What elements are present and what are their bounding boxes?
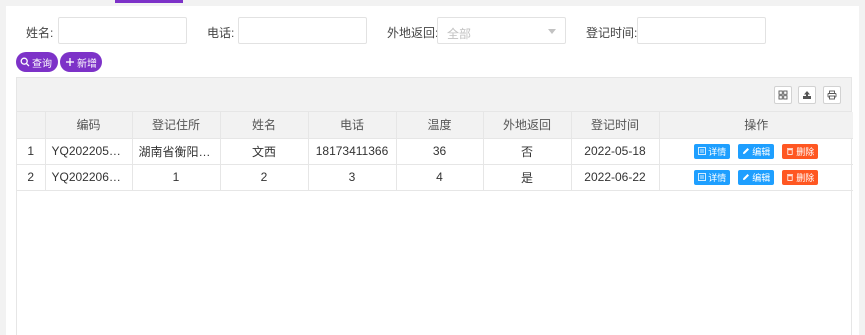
trash-icon [787,174,794,181]
cell-temperature: 36 [396,138,484,165]
delete-button-label: 删除 [796,172,815,183]
detail-button-label: 详情 [708,146,727,157]
cell-actions: 详情 编辑 删除 [659,164,853,191]
cell-register-time: 2022-05-18 [571,138,660,165]
return-select[interactable]: 全部 [437,17,566,44]
data-table-container: 编码 登记住所 姓名 电话 温度 外地返回 登记时间 操作 1 YQ202205… [16,77,853,335]
delete-button[interactable]: 删除 [782,143,819,159]
cell-code: YQ20220622... [45,164,133,191]
edit-button[interactable]: 编辑 [738,169,775,185]
name-input[interactable] [58,17,187,44]
cell-name: 2 [220,164,309,191]
main-panel: 姓名: 电话: 外地返回: 全部 登记时间: 查询 新增 编码 登记住所 姓名 … [6,6,859,335]
cell-temperature: 4 [396,164,484,191]
search-icon [20,57,30,67]
edit-button-label: 编辑 [752,172,771,183]
print-button[interactable] [823,86,841,104]
data-table: 编码 登记住所 姓名 电话 温度 外地返回 登记时间 操作 1 YQ202205… [17,112,853,191]
chevron-down-icon [548,29,556,34]
return-label: 外地返回: [387,26,439,40]
search-button[interactable]: 查询 [16,52,58,72]
filter-form: 姓名: 电话: 外地返回: 全部 登记时间: [6,17,859,45]
cell-register-time: 2022-06-22 [571,164,660,191]
columns-filter-button[interactable] [774,86,792,104]
col-header-index [17,112,46,139]
add-button-label: 新增 [77,58,97,70]
table-toolbar [17,78,851,112]
cell-code: YQ20220522... [45,138,133,165]
active-tab-indicator[interactable] [115,0,183,3]
list-icon [698,173,707,181]
list-icon [698,147,707,155]
cell-name: 文西 [220,138,309,165]
cell-index: 2 [17,164,46,191]
add-button[interactable]: 新增 [60,52,102,72]
cell-returned: 是 [483,164,572,191]
detail-button[interactable]: 详情 [694,169,731,185]
trash-icon [787,148,794,155]
col-header-address[interactable]: 登记住所 [132,112,221,139]
cell-address: 湖南省衡阳市... [132,138,221,165]
cell-address: 1 [132,164,221,191]
table-header-row: 编码 登记住所 姓名 电话 温度 外地返回 登记时间 操作 [17,112,853,139]
col-header-register-time[interactable]: 登记时间 [571,112,660,139]
time-label: 登记时间: [586,26,638,40]
col-header-code[interactable]: 编码 [45,112,133,139]
table-row[interactable]: 1 YQ20220522... 湖南省衡阳市... 文西 18173411366… [17,138,853,165]
delete-button-label: 删除 [796,146,815,157]
table-row[interactable]: 2 YQ20220622... 1 2 3 4 是 2022-06-22 详情 … [17,164,853,191]
search-button-label: 查询 [32,58,52,70]
cell-index: 1 [17,138,46,165]
detail-button-label: 详情 [708,172,727,183]
edit-button-label: 编辑 [752,146,771,157]
export-icon [803,91,811,99]
pencil-icon [743,174,750,180]
edit-button[interactable]: 编辑 [738,143,775,159]
plus-icon [66,58,74,66]
grid-columns-icon [778,90,788,100]
col-header-actions: 操作 [659,112,853,139]
time-input[interactable] [637,17,766,44]
pencil-icon [743,148,750,154]
export-button[interactable] [798,86,816,104]
cell-phone: 3 [308,164,397,191]
detail-button[interactable]: 详情 [694,143,731,159]
phone-input[interactable] [238,17,367,44]
cell-returned: 否 [483,138,572,165]
phone-label: 电话: [207,26,235,40]
col-header-name[interactable]: 姓名 [220,112,309,139]
col-header-returned[interactable]: 外地返回 [483,112,572,139]
name-label: 姓名: [26,26,54,40]
return-select-value: 全部 [447,27,472,41]
cell-actions: 详情 编辑 删除 [659,138,853,165]
cell-phone: 18173411366 [308,138,397,165]
print-icon [827,90,837,100]
col-header-phone[interactable]: 电话 [308,112,397,139]
col-header-temperature[interactable]: 温度 [396,112,484,139]
delete-button[interactable]: 删除 [782,169,819,185]
